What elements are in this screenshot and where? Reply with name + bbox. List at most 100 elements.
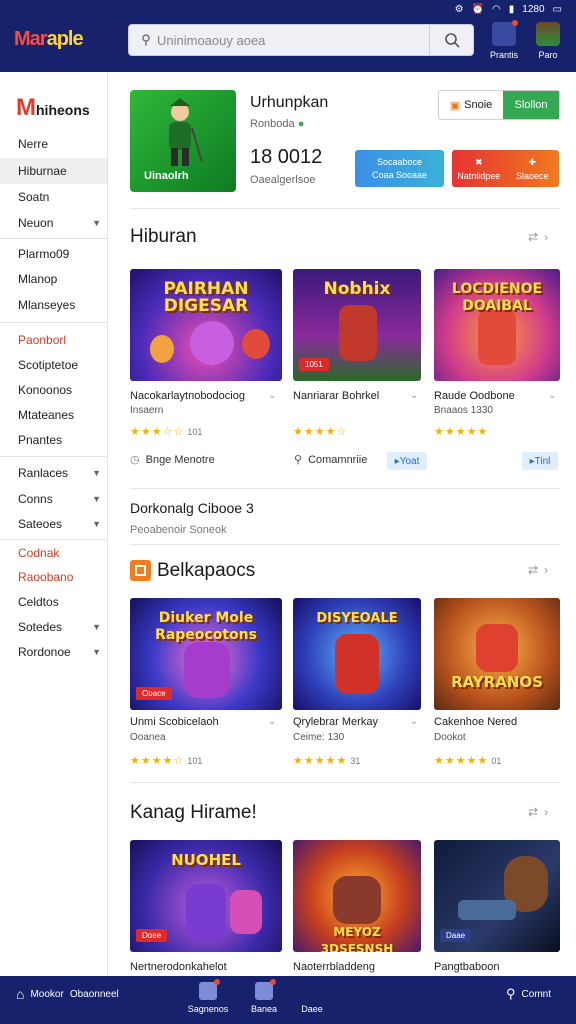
game-rating: ★★★★★ 01 — [434, 755, 502, 767]
section-title: Hiburan — [130, 226, 197, 247]
action-right[interactable]: ✚ Slaoece — [506, 157, 560, 181]
wishlist-icon: ▣ — [449, 99, 461, 112]
sidebar-item[interactable]: Plarmo09 — [0, 241, 107, 267]
chevron-down-icon[interactable]: ⌄ — [268, 390, 276, 401]
game-name[interactable]: Raude Oodbone — [434, 390, 515, 402]
chevron-right-icon[interactable]: › — [544, 805, 554, 819]
sidebar-item[interactable]: Pnantes — [0, 427, 107, 453]
character-art — [150, 335, 174, 363]
refresh-icon[interactable]: ⇄ — [528, 805, 544, 819]
games-icon — [255, 979, 276, 1000]
sidebar-item[interactable]: Mtateanes — [0, 402, 107, 428]
header-tool-prantis[interactable]: Prantis — [484, 20, 524, 60]
character-icon — [169, 98, 203, 166]
sidebar-item-active[interactable]: Hiburnae — [0, 158, 107, 184]
game-thumbnail[interactable]: DISYEOALE — [293, 598, 421, 710]
chevron-down-icon[interactable]: ⌄ — [410, 716, 418, 727]
chevron-down-icon: ▼ — [92, 218, 101, 228]
home-icon: ⌂ — [16, 986, 25, 1002]
game-thumbnail[interactable]: Nobhix 1051 — [293, 269, 421, 381]
game-thumbnail[interactable]: Daae — [434, 840, 560, 952]
search-icon: ⚲ — [506, 986, 516, 1001]
bottom-search[interactable]: ⚲ Comnt — [506, 986, 551, 1002]
sidebar-item[interactable]: Neuon ▼ — [0, 210, 107, 236]
game-thumbnail[interactable]: LOCDIENOE DOAIBAL — [434, 269, 560, 381]
game-name[interactable]: Qrylebrar Merkay — [293, 716, 378, 728]
refresh-icon[interactable]: ⇄ — [528, 230, 544, 244]
wifi-icon: ◠ — [492, 3, 501, 15]
sidebar-item[interactable]: Sateoes ▼ — [0, 511, 107, 537]
bottom-tab[interactable]: Sagnenos — [186, 979, 230, 1014]
chevron-down-icon[interactable]: ⌄ — [268, 716, 276, 727]
sidebar-item[interactable]: Sotedes ▼ — [0, 614, 107, 640]
game-name[interactable]: Nertnerodonkahelot — [130, 961, 227, 973]
game-name[interactable]: Unmi Scobicelaoh — [130, 716, 219, 728]
search-input[interactable]: Uninimoaouy aoea — [157, 33, 429, 48]
category-icon — [130, 560, 151, 581]
section-nav[interactable]: ⇄› — [528, 230, 554, 244]
chevron-right-icon[interactable]: › — [544, 563, 554, 577]
sidebar-item[interactable]: Soatn — [0, 184, 107, 210]
top-header: ⚙ ⏰ ◠ ▮ 1280 ▭ Maraple ⚲ Uninimoaouy aoe… — [0, 0, 576, 72]
section-nav[interactable]: ⇄› — [528, 563, 554, 577]
library-icon — [199, 979, 220, 1000]
chevron-down-icon[interactable]: ⌄ — [410, 390, 418, 401]
search-button[interactable] — [429, 25, 473, 55]
app-icon[interactable]: Uinaolrh — [130, 90, 236, 192]
sidebar-item[interactable]: Konoonos — [0, 377, 107, 403]
chevron-down-icon: ▼ — [92, 647, 101, 657]
chevron-down-icon: ▼ — [92, 494, 101, 504]
refresh-icon[interactable]: ⇄ — [528, 563, 544, 577]
sidebar-item[interactable]: Paonborl — [0, 327, 107, 353]
game-name[interactable]: Cakenhoe Nered — [434, 716, 517, 728]
sidebar-item[interactable]: Rordonoe ▼ — [0, 639, 107, 665]
section-nav[interactable]: ⇄› — [528, 805, 554, 819]
sidebar-item[interactable]: Celdtos — [0, 589, 107, 615]
sidebar-item[interactable]: Ranlaces ▼ — [0, 460, 107, 486]
game-thumbnail[interactable]: NUOHEL Doee — [130, 840, 282, 952]
install-button[interactable]: Slollon — [503, 91, 559, 119]
sidebar-item[interactable]: Raoobano — [0, 564, 107, 590]
action-left[interactable]: ✖ Natnlidpee — [452, 157, 506, 181]
header-tool-paro[interactable]: Paro — [528, 22, 568, 60]
view-button[interactable]: ▸ Tinl — [522, 452, 558, 470]
character-art — [242, 329, 270, 359]
game-name[interactable]: Pangtbaboon — [434, 961, 499, 973]
search-bar[interactable]: ⚲ Uninimoaouy aoea — [128, 24, 474, 56]
wishlist-button[interactable]: ▣ Snoie — [439, 91, 503, 119]
game-thumbnail[interactable]: MEYOZ 3DSESNSH SHASE — [293, 840, 421, 952]
section-title: Belkapaocs — [157, 560, 256, 581]
game-thumbnail[interactable]: RAYRANOS — [434, 598, 560, 710]
sidebar-item[interactable]: Nerre — [0, 131, 107, 157]
action-button-group[interactable]: ✖ Natnlidpee ✚ Slaoece — [452, 150, 559, 187]
game-name[interactable]: Nanriarar Bohrkel — [293, 390, 379, 402]
character-art — [333, 876, 381, 924]
filter-chip[interactable]: ◷ Bnge Menotre — [130, 453, 215, 467]
sidebar-item[interactable]: Scotiptetoe — [0, 352, 107, 378]
chevron-right-icon[interactable]: › — [544, 230, 554, 244]
sidebar-logo[interactable]: Mhiheons — [16, 94, 90, 122]
sidebar-item[interactable]: Mlanseyes — [0, 292, 107, 318]
bottom-tab[interactable]: Daee — [290, 980, 334, 1014]
share-button[interactable]: Socaaboce Coaa Sooaae — [355, 150, 444, 187]
view-button[interactable]: ▸ Yoat — [387, 452, 427, 470]
divider — [130, 544, 560, 545]
game-thumbnail[interactable]: PAIRHAN DIGESAR — [130, 269, 282, 381]
app-logo[interactable]: Maraple — [14, 28, 84, 51]
bottom-home[interactable]: ⌂ Mookor Obaonneel — [16, 986, 119, 1002]
sidebar-item[interactable]: Mlanop — [0, 266, 107, 292]
game-name[interactable]: Nacokarlaytnobodociog — [130, 390, 245, 402]
section-subtitle: Peoabenoir Soneok — [130, 524, 227, 536]
sidebar-item[interactable]: Conns ▼ — [0, 486, 107, 512]
game-rating: ★★★★★ 31 — [293, 755, 361, 767]
chevron-down-icon[interactable]: ⌄ — [548, 390, 556, 401]
game-name[interactable]: Naoterrbladdeng — [293, 961, 375, 973]
status-time: 1280 — [522, 3, 545, 15]
status-bar: ⚙ ⏰ ◠ ▮ 1280 ▭ — [455, 2, 562, 16]
filter-chip[interactable]: ⚲ Comamnriie — [294, 453, 367, 467]
sidebar-item[interactable]: Codnak — [0, 540, 107, 566]
divider — [0, 322, 107, 323]
character-art — [190, 321, 234, 365]
game-thumbnail[interactable]: Diuker Mole Rapeocotons Ooace — [130, 598, 282, 710]
bottom-tab[interactable]: Banea — [242, 979, 286, 1014]
